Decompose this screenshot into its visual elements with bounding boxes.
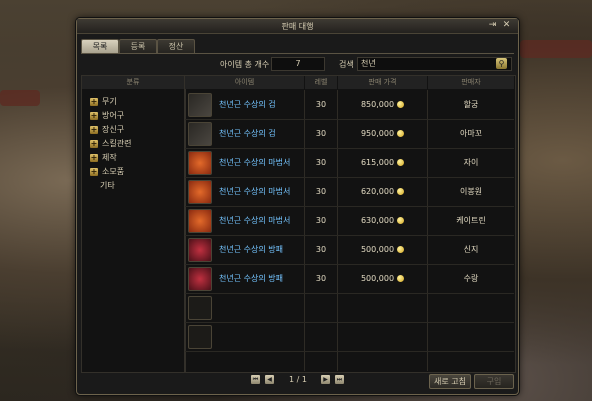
category-craft[interactable]: + 제작 bbox=[90, 152, 117, 164]
gold-coin-icon bbox=[397, 101, 405, 108]
search-icon: ⚲ bbox=[498, 59, 505, 68]
item-price: 850,000 bbox=[338, 91, 427, 119]
item-price: 500,000 bbox=[338, 236, 427, 264]
refresh-button[interactable]: 새로 고침 bbox=[429, 374, 471, 389]
search-label: 검색 bbox=[339, 60, 354, 69]
item-seller: 아마꼬 bbox=[459, 129, 483, 138]
item-level: 30 bbox=[315, 274, 327, 283]
close-icon[interactable]: ✕ bbox=[501, 20, 512, 31]
spellbook-icon[interactable] bbox=[188, 180, 212, 204]
item-level: 30 bbox=[315, 129, 327, 138]
search-input[interactable]: 천년 bbox=[357, 57, 512, 71]
empty-slot bbox=[188, 325, 212, 349]
last-page-button[interactable]: ⏭ bbox=[335, 375, 344, 384]
tab-divider bbox=[81, 53, 514, 54]
gold-coin-icon bbox=[397, 217, 405, 224]
item-level: 30 bbox=[315, 187, 327, 196]
gold-coin-icon bbox=[397, 159, 405, 166]
window-titlebar[interactable]: 판매 대행 ⇥ ✕ bbox=[77, 19, 518, 34]
item-seller: 이봉원 bbox=[459, 187, 483, 196]
minimize-icon[interactable]: ⇥ bbox=[487, 20, 498, 31]
expand-icon: + bbox=[90, 96, 98, 106]
item-price: 615,000 bbox=[338, 149, 427, 177]
tab-list[interactable]: 목록 bbox=[81, 39, 119, 53]
item-level: 30 bbox=[315, 100, 327, 109]
gold-coin-icon bbox=[397, 246, 405, 253]
item-name: 천년근 수상의 검 bbox=[219, 100, 276, 109]
expand-icon: + bbox=[90, 110, 98, 120]
spellbook-icon[interactable] bbox=[188, 209, 212, 233]
item-seller: 케이트린 bbox=[456, 216, 486, 225]
item-name: 천년근 수상의 검 bbox=[219, 129, 276, 138]
item-name: 천년근 수상의 방패 bbox=[219, 274, 283, 283]
item-name: 천년근 수상의 방패 bbox=[219, 245, 283, 254]
tab-settle[interactable]: 정산 bbox=[157, 39, 195, 53]
column-header-level: 레벨 bbox=[305, 76, 337, 89]
category-armor[interactable]: + 방어구 bbox=[90, 110, 124, 122]
buy-button[interactable]: 구입 bbox=[474, 374, 514, 389]
page-indicator: 1 / 1 bbox=[289, 375, 307, 384]
spellbook-icon[interactable] bbox=[188, 151, 212, 175]
first-page-button[interactable]: ⏮ bbox=[251, 375, 260, 384]
item-level: 30 bbox=[315, 158, 327, 167]
category-panel: 분류 + 무기 + 방어구 + 장신구 + 스킬관련 + 제작 + 소모품 기타 bbox=[81, 75, 185, 373]
item-level: 30 bbox=[315, 245, 327, 254]
sword-icon[interactable] bbox=[188, 122, 212, 146]
category-accessory[interactable]: + 장신구 bbox=[90, 124, 124, 136]
table-row[interactable]: 천년근 수상의 마법서 30 630,000 케이트린 bbox=[185, 207, 514, 236]
category-weapon[interactable]: + 무기 bbox=[90, 96, 117, 108]
gold-coin-icon bbox=[397, 130, 405, 137]
expand-icon: + bbox=[90, 166, 98, 176]
column-header-item: 아이템 bbox=[185, 76, 304, 89]
gold-coin-icon bbox=[397, 275, 405, 282]
item-seller: 자이 bbox=[463, 158, 479, 167]
table-row[interactable]: 천년근 수상의 마법서 30 615,000 자이 bbox=[185, 149, 514, 178]
item-price: 630,000 bbox=[338, 207, 427, 235]
column-header-seller: 판매자 bbox=[428, 76, 514, 89]
prev-page-button[interactable]: ◀ bbox=[265, 375, 274, 384]
table-row-empty bbox=[185, 323, 514, 352]
column-header-price: 판매 가격 bbox=[338, 76, 427, 89]
table-row[interactable]: 천년근 수상의 마법서 30 620,000 이봉원 bbox=[185, 178, 514, 207]
table-row[interactable]: 천년근 수상의 방패 30 500,000 수랑 bbox=[185, 265, 514, 294]
item-level: 30 bbox=[315, 216, 327, 225]
item-seller: 신지 bbox=[463, 245, 479, 254]
table-row[interactable]: 천년근 수상의 검 30 850,000 할궁 bbox=[185, 91, 514, 120]
item-seller: 할궁 bbox=[463, 100, 479, 109]
table-row[interactable]: 천년근 수상의 검 30 950,000 아마꼬 bbox=[185, 120, 514, 149]
category-skill[interactable]: + 스킬관련 bbox=[90, 138, 131, 150]
item-count-field: 7 bbox=[271, 57, 325, 71]
window-title: 판매 대행 bbox=[281, 22, 314, 31]
sword-icon[interactable] bbox=[188, 93, 212, 117]
item-seller: 수랑 bbox=[463, 274, 479, 283]
tab-register[interactable]: 등록 bbox=[119, 39, 157, 53]
expand-icon: + bbox=[90, 152, 98, 162]
expand-icon: + bbox=[90, 138, 98, 148]
item-price: 950,000 bbox=[338, 120, 427, 148]
search-button[interactable]: ⚲ bbox=[496, 58, 507, 69]
empty-slot bbox=[188, 296, 212, 320]
item-price: 620,000 bbox=[338, 178, 427, 206]
item-count-label: 아이템 총 개수 bbox=[220, 60, 270, 69]
shield-icon[interactable] bbox=[188, 238, 212, 262]
category-consumable[interactable]: + 소모품 bbox=[90, 166, 124, 178]
item-price: 500,000 bbox=[338, 265, 427, 293]
item-name: 천년근 수상의 마법서 bbox=[219, 158, 291, 167]
background-strap bbox=[520, 40, 592, 58]
next-page-button[interactable]: ▶ bbox=[321, 375, 330, 384]
category-header: 분류 bbox=[82, 76, 184, 89]
background-strap bbox=[0, 90, 40, 106]
category-etc[interactable]: 기타 bbox=[100, 180, 115, 192]
item-name: 천년근 수상의 마법서 bbox=[219, 216, 291, 225]
shield-icon[interactable] bbox=[188, 267, 212, 291]
item-name: 천년근 수상의 마법서 bbox=[219, 187, 291, 196]
gold-coin-icon bbox=[397, 188, 405, 195]
trade-agent-window: 판매 대행 ⇥ ✕ 목록 등록 정산 아이템 총 개수 7 검색 천년 ⚲ 분류… bbox=[76, 18, 519, 395]
table-row-empty bbox=[185, 294, 514, 323]
expand-icon: + bbox=[90, 124, 98, 134]
table-row[interactable]: 천년근 수상의 방패 30 500,000 신지 bbox=[185, 236, 514, 265]
